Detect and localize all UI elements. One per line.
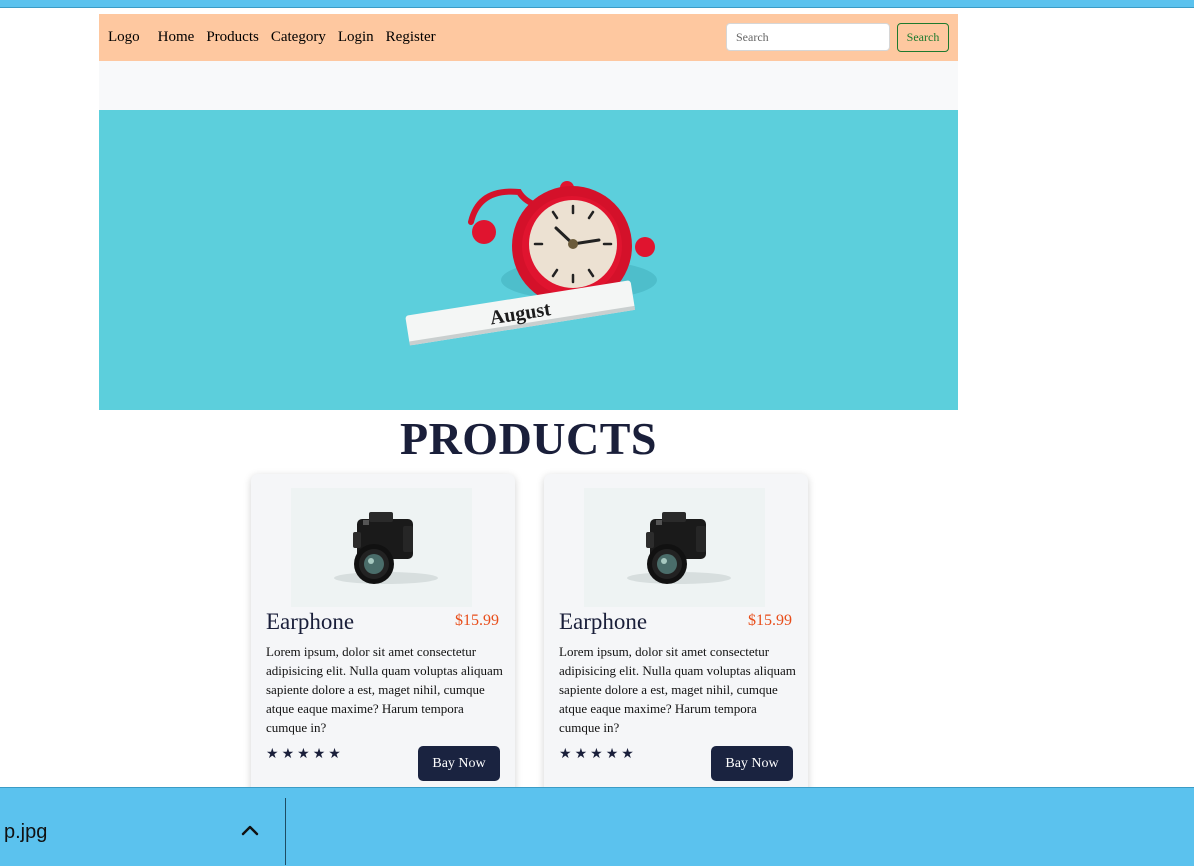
subheader-bar (99, 61, 958, 110)
star-icon: ★ (621, 747, 634, 762)
product-card: Earphone $15.99 Lorem ipsum, dolor sit a… (251, 474, 515, 814)
nav-link-category[interactable]: Category (271, 29, 326, 46)
product-card: Earphone $15.99 Lorem ipsum, dolor sit a… (544, 474, 808, 814)
search-input[interactable] (726, 23, 890, 51)
search-button[interactable]: Search (897, 23, 949, 52)
product-image (584, 488, 765, 607)
nav-logo[interactable]: Logo (108, 29, 140, 46)
nav-link-register[interactable]: Register (386, 29, 436, 46)
download-file-name[interactable]: p.jpg (4, 821, 47, 844)
star-icon: ★ (266, 747, 279, 762)
camera-icon (334, 512, 438, 584)
star-icon: ★ (312, 747, 326, 762)
product-name: Earphone (559, 609, 648, 634)
star-icon: ★ (559, 747, 572, 762)
product-description: Lorem ipsum, dolor sit amet consectetur … (559, 644, 796, 735)
star-icon: ★ (590, 747, 603, 762)
nav-link-home[interactable]: Home (158, 29, 195, 46)
star-icon: ★ (574, 747, 588, 762)
navbar: Logo Home Products Category Login Regist… (99, 14, 958, 61)
divider (285, 798, 286, 865)
product-name: Earphone (266, 609, 355, 634)
section-title: PRODUCTS (399, 413, 658, 464)
buy-now-button[interactable]: Bay Now (711, 746, 793, 781)
camera-icon (627, 512, 731, 584)
product-image (291, 488, 472, 607)
hero-image: August (99, 110, 958, 410)
hero-banner: August (99, 110, 958, 410)
product-price: $15.99 (748, 612, 792, 629)
star-icon: ★ (328, 747, 341, 762)
browser-top-strip (0, 0, 1194, 8)
star-icon: ★ (605, 747, 619, 762)
star-icon: ★ (281, 747, 295, 762)
rating-stars: ★ ★ ★ ★ ★ (266, 748, 341, 762)
download-bar: p.jpg (0, 787, 1194, 866)
star-icon: ★ (297, 747, 310, 762)
product-price: $15.99 (455, 612, 499, 629)
nav-link-login[interactable]: Login (338, 29, 374, 46)
product-description: Lorem ipsum, dolor sit amet consectetur … (266, 644, 503, 735)
buy-now-button[interactable]: Bay Now (418, 746, 500, 781)
chevron-up-icon[interactable] (240, 822, 260, 838)
rating-stars: ★ ★ ★ ★ ★ (559, 748, 634, 762)
nav-link-products[interactable]: Products (206, 29, 259, 46)
